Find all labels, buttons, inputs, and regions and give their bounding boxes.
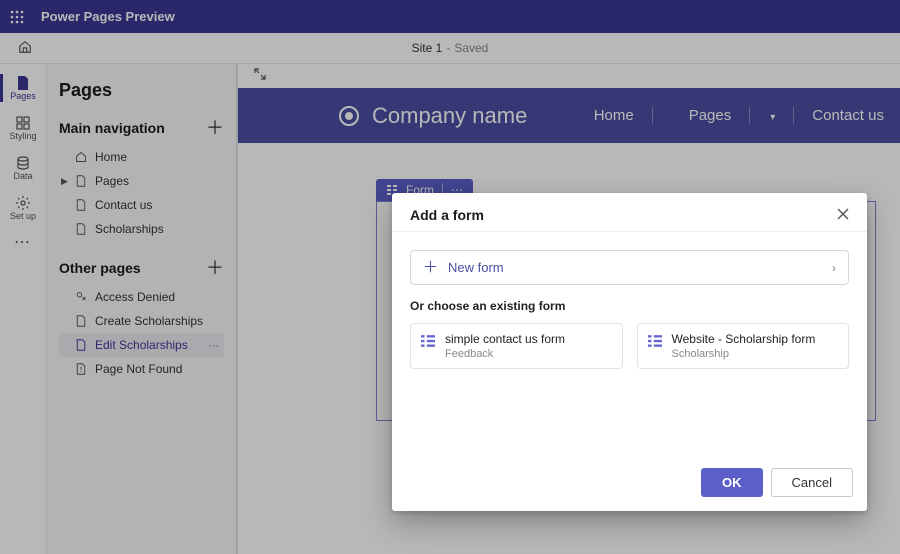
add-form-modal: Add a form ＋ New form › Or choose an exi… [392,193,867,511]
form-card-title: Website - Scholarship form [672,332,816,348]
form-card-scholarship[interactable]: Website - Scholarship form Scholarship [637,323,850,369]
form-icon [421,334,435,353]
new-form-button[interactable]: ＋ New form › [410,250,849,285]
ok-button[interactable]: OK [701,468,763,497]
new-form-label: New form [448,260,504,275]
form-card-simple-contact[interactable]: simple contact us form Feedback [410,323,623,369]
form-card-title: simple contact us form [445,332,565,348]
chevron-right-icon: › [832,261,836,275]
cancel-button[interactable]: Cancel [771,468,853,497]
plus-icon: ＋ [423,260,438,275]
modal-title: Add a form [410,207,484,223]
form-card-subtitle: Feedback [445,348,565,360]
close-icon[interactable] [837,207,849,223]
or-label: Or choose an existing form [410,299,849,313]
form-card-subtitle: Scholarship [672,348,816,360]
form-icon [648,334,662,353]
